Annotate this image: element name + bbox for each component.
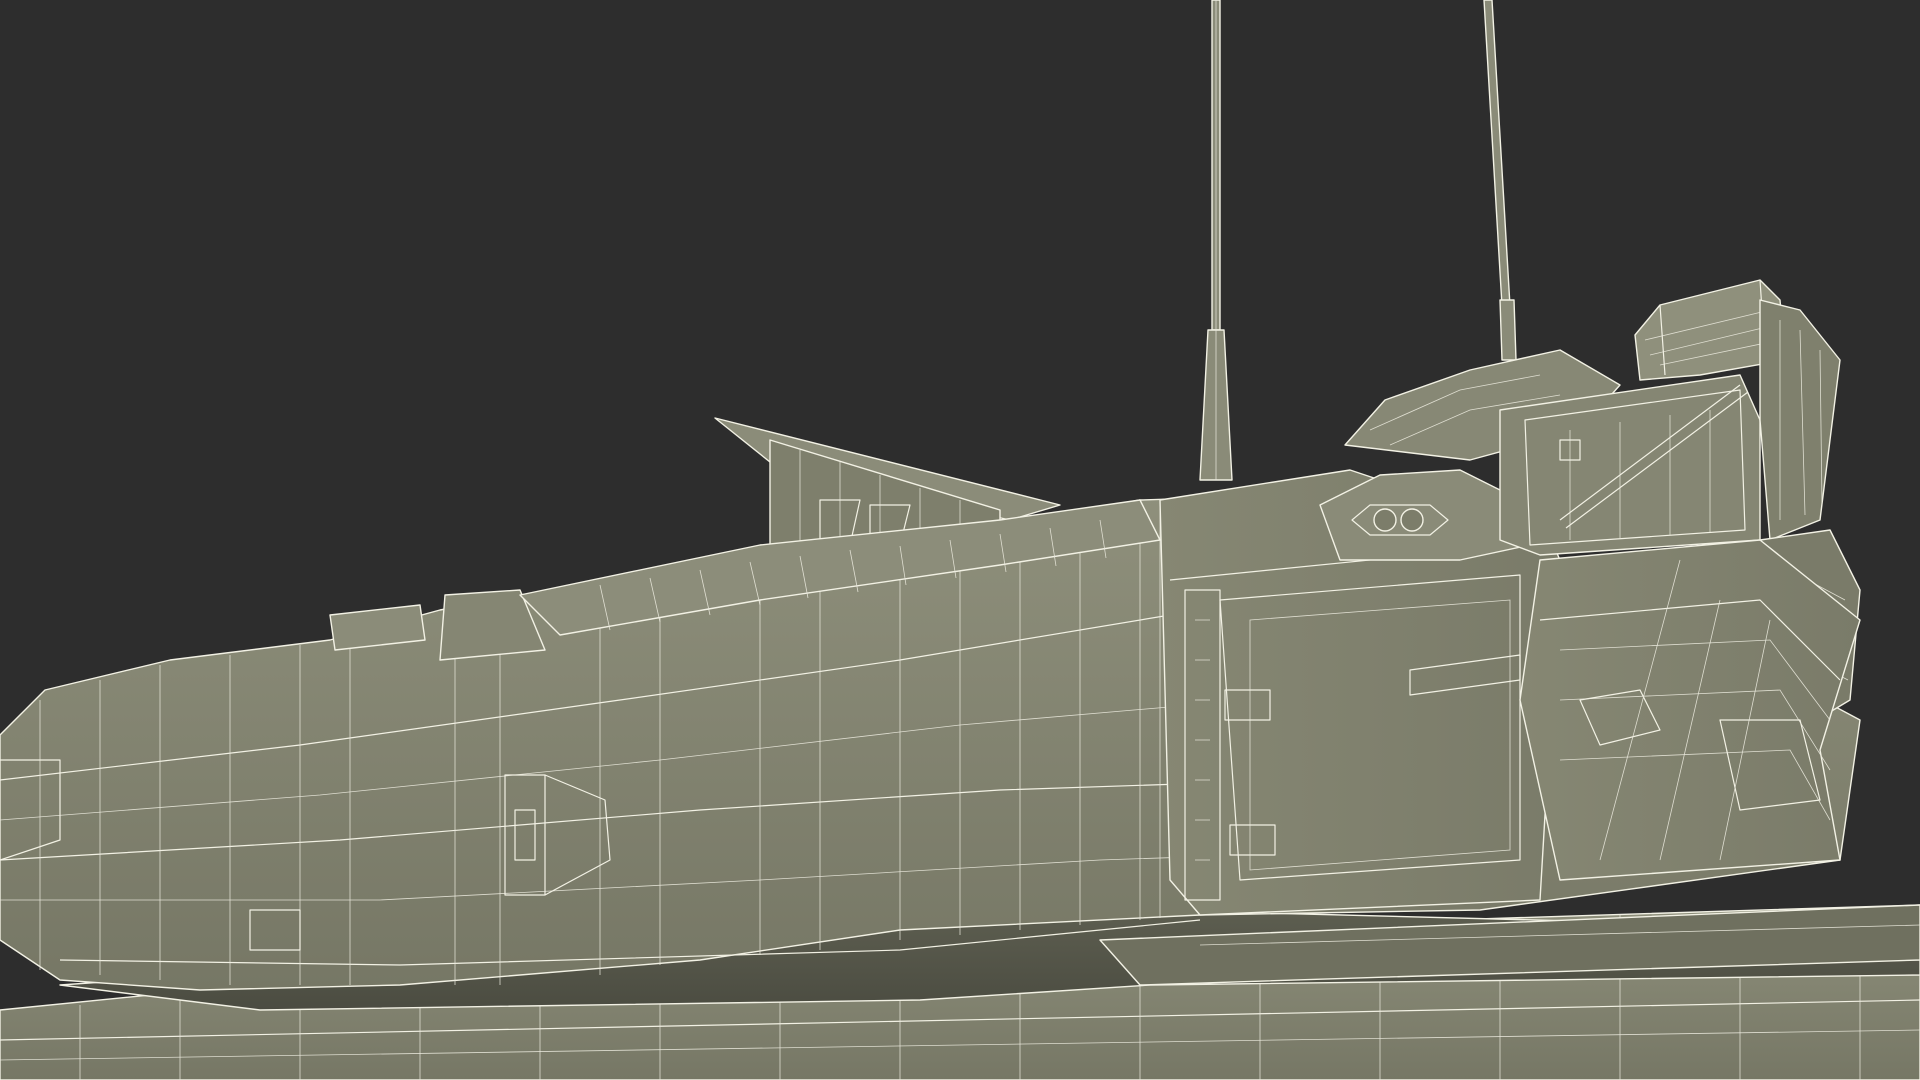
render-viewport xyxy=(0,0,1920,1080)
front-armor xyxy=(1519,539,1861,881)
sensor-lens-left xyxy=(1373,508,1397,532)
sensor-lens-right xyxy=(1400,508,1424,532)
